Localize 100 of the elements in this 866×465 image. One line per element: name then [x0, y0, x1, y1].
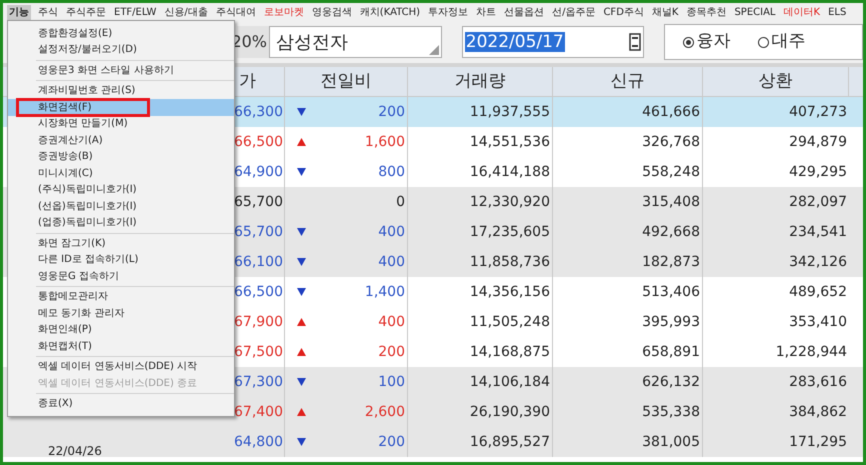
table-cell-text: 67,500 [234, 342, 283, 362]
table-cell-text: 489,652 [789, 282, 847, 302]
table-cell-text: 384,862 [789, 402, 847, 422]
table-cell-text: 171,295 [789, 432, 847, 452]
menu-item[interactable]: 투자정보 [427, 4, 470, 20]
dropdown-menu-item[interactable]: 통합메모관리자 [8, 288, 234, 305]
table-cell-text: 2,600 [364, 402, 405, 422]
table-cell-text: 395,993 [642, 312, 700, 332]
dropdown-menu-item[interactable]: 종료(X) [8, 396, 234, 412]
table-cell-text: 381,005 [642, 432, 700, 452]
menu-item[interactable]: 차트 [475, 4, 498, 20]
menu-item[interactable]: 주식대여 [214, 4, 257, 20]
menu-item[interactable]: SPECIAL [733, 4, 776, 20]
table-cell-text: 14,356,156 [470, 282, 550, 302]
column-header[interactable]: 가 [237, 67, 285, 96]
table-cell-text: 626,132 [642, 372, 700, 392]
table-cell-text: 17,235,605 [470, 222, 550, 242]
dropdown-menu-item[interactable]: (업종)독립미니호가(I) [8, 214, 234, 231]
menu-item[interactable]: 영웅검색 [310, 4, 353, 20]
date-field[interactable]: 2022/05/17 [462, 26, 644, 58]
table-cell-text: 66,100 [234, 252, 283, 272]
table-cell-text: 182,873 [642, 252, 700, 272]
table-cell-text: 1,600 [364, 132, 405, 152]
stock-name-field[interactable]: 삼성전자 [269, 26, 442, 58]
radio-option[interactable]: 대주 [758, 29, 806, 55]
table-cell-text: 342,126 [789, 252, 847, 272]
table-cell-text: 400 [378, 252, 405, 272]
table-cell-text: 326,768 [642, 132, 700, 152]
menu-item[interactable]: 선물옵션 [503, 4, 546, 20]
table-cell-text: 67,300 [234, 372, 283, 392]
table-cell-text: 11,505,248 [470, 312, 550, 332]
table-cell-text: 26,190,390 [470, 402, 550, 422]
menu-item[interactable]: ETF/ELW [113, 4, 158, 20]
menu-item[interactable]: 로보마켓 [262, 4, 305, 20]
table-cell-text: 12,330,920 [470, 192, 550, 212]
dropdown-menu-item[interactable]: 계좌비밀번호 관리(S) [8, 82, 234, 99]
dropdown-menu-item[interactable]: 다른 ID로 접속하기(L) [8, 252, 234, 268]
table-cell-text: 429,295 [789, 162, 847, 182]
table-cell-text: 282,097 [789, 192, 847, 212]
table-cell-text: 14,168,875 [470, 342, 550, 362]
table-cell-text: 315,408 [642, 192, 700, 212]
table-cell-text: 64,800 [234, 432, 283, 452]
table-cell-text: 67,900 [234, 312, 283, 332]
table-cell-text: 66,300 [234, 102, 283, 122]
dropdown-menu-item[interactable]: 종합환경설정(E) [8, 25, 234, 42]
table-cell: 22/04/26 [48, 445, 102, 457]
table-cell-text: 353,410 [789, 312, 847, 332]
table-cell-text: 400 [378, 312, 405, 332]
table-cell-text: 1,228,944 [776, 342, 847, 362]
dropdown-menu-item[interactable]: 메모 동기화 관리자 [8, 305, 234, 322]
menu-item[interactable]: 채널K [650, 4, 680, 20]
menu-item[interactable]: 캐치(KATCH) [358, 4, 422, 20]
table-cell-text: 66,500 [234, 132, 283, 152]
table-cell-text: 16,414,188 [470, 162, 550, 182]
table-cell-text: 11,937,555 [470, 102, 550, 122]
column-header[interactable]: 상환 [703, 67, 849, 96]
table-cell-text: 0 [396, 192, 405, 212]
menu-item[interactable]: 선/옵주문 [551, 4, 596, 20]
menu-item[interactable]: 데이터K [782, 4, 822, 20]
table-cell-text: 200 [378, 342, 405, 362]
table-cell-text: 492,668 [642, 222, 700, 242]
column-header[interactable]: 거래량 [408, 67, 553, 96]
table-cell-text: 65,700 [234, 192, 283, 212]
table-row[interactable]: 22/04/26 64,800 200 16,895,527 381,005 171,295 [3, 427, 863, 457]
column-header[interactable]: 신규 [553, 67, 703, 96]
table-cell-text: 14,106,184 [470, 372, 550, 392]
table-cell-text: 100 [378, 372, 405, 392]
table-cell-text: 658,891 [642, 342, 700, 362]
table-cell-text: 283,616 [789, 372, 847, 392]
menu-item[interactable]: 신용/대출 [163, 4, 209, 20]
table-cell-text: 407,273 [789, 102, 847, 122]
menu-item[interactable]: ELS [827, 4, 848, 20]
menu-item[interactable]: 종목추천 [685, 4, 728, 20]
table-cell-text: 558,248 [642, 162, 700, 182]
menu-item[interactable]: 주식주문 [65, 4, 107, 20]
table-cell-text: 67,400 [234, 402, 283, 422]
dropdown-menu-item[interactable]: 화면인쇄(P) [8, 322, 234, 338]
table-cell-text: 16,895,527 [470, 432, 550, 452]
column-header[interactable]: 전일비 [285, 67, 408, 96]
dropdown-menu-item[interactable]: 증권계산기(A) [8, 132, 234, 148]
dropdown-menu-item[interactable]: 설정저장/불러오기(D) [8, 42, 234, 58]
table-cell-text: 66,500 [234, 282, 283, 302]
table-cell-text: 200 [378, 432, 405, 452]
dropdown-menu-item[interactable]: 미니시계(C) [8, 165, 234, 182]
dropdown-menu-item[interactable]: 영웅문3 화면 스타일 사용하기 [8, 62, 234, 78]
radio-option[interactable]: 융자 [683, 29, 730, 55]
table-cell-text: 200 [378, 102, 405, 122]
dropdown-menu-item[interactable]: (선옵)독립미니호가(I) [8, 198, 234, 214]
date-value: 2022/05/17 [464, 32, 565, 52]
menu-item[interactable]: 주식 [37, 4, 59, 20]
table-cell-text: 65,700 [234, 222, 283, 242]
table-cell-text: 14,551,536 [470, 132, 550, 152]
dropdown-menu-item[interactable]: 화면캡처(T) [8, 338, 234, 354]
table-cell-text: 1,400 [364, 282, 405, 302]
menu-item[interactable]: CFD주식 [602, 4, 645, 20]
table-cell-text: 11,858,736 [470, 252, 550, 272]
table-cell-text: 294,879 [789, 132, 847, 152]
menu-item[interactable]: 기능 [7, 4, 31, 20]
table-cell-text: 461,666 [642, 102, 700, 122]
calendar-icon[interactable] [629, 32, 642, 52]
